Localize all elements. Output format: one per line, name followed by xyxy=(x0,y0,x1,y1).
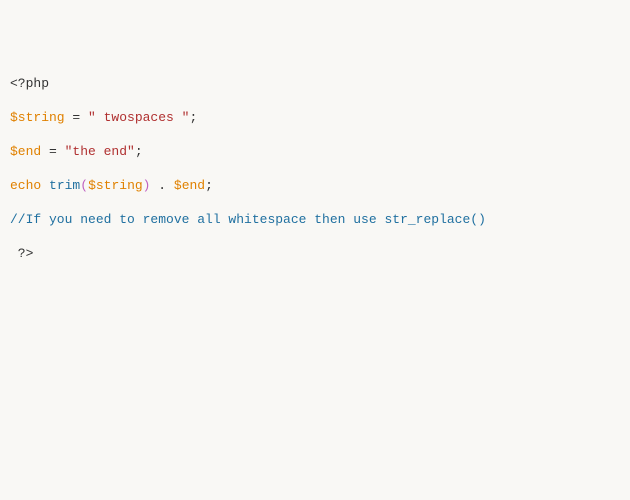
variable-end: $end xyxy=(10,144,41,159)
assign-op: = xyxy=(65,110,88,125)
space xyxy=(41,178,49,193)
code-line-6: ?> xyxy=(10,245,620,262)
php-close-tag: ?> xyxy=(10,246,33,261)
comment-text: //If you need to remove all whitespace t… xyxy=(10,212,486,227)
string-literal: " twospaces " xyxy=(88,110,189,125)
echo-keyword: echo xyxy=(10,178,41,193)
string-literal: "the end" xyxy=(65,144,135,159)
left-paren: ( xyxy=(80,178,88,193)
php-open-tag: <?php xyxy=(10,76,49,91)
variable-end-ref: $end xyxy=(174,178,205,193)
code-line-3: $end = "the end"; xyxy=(10,143,620,160)
semicolon: ; xyxy=(189,110,197,125)
semicolon: ; xyxy=(205,178,213,193)
code-line-1: <?php xyxy=(10,75,620,92)
code-line-5: //If you need to remove all whitespace t… xyxy=(10,211,620,228)
semicolon: ; xyxy=(135,144,143,159)
concat-op: . xyxy=(150,178,173,193)
variable-string: $string xyxy=(10,110,65,125)
code-line-4: echo trim($string) . $end; xyxy=(10,177,620,194)
assign-op: = xyxy=(41,144,64,159)
code-line-2: $string = " twospaces "; xyxy=(10,109,620,126)
trim-function: trim xyxy=(49,178,80,193)
variable-string-arg: $string xyxy=(88,178,143,193)
